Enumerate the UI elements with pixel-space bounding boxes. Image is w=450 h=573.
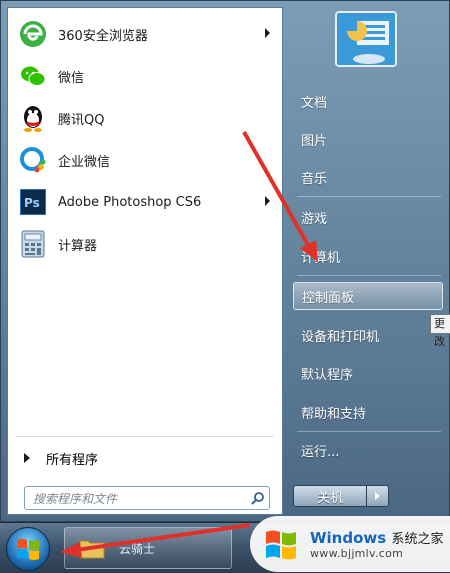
folder-icon [79, 540, 105, 559]
start-menu-places-pane: 文档 图片 音乐 游戏 计算机 控制面板 设备和打印机 默认程序 帮助和支持 运… [283, 1, 450, 523]
taskbar-app-button[interactable]: 云骑士 [64, 527, 232, 569]
places-run[interactable]: 运行... [293, 436, 443, 464]
places-separator [297, 431, 441, 432]
pinned-app-label: Adobe Photoshop CS6 [58, 194, 202, 210]
submenu-arrow-icon[interactable] [265, 28, 270, 38]
expand-arrow-icon [24, 453, 30, 463]
places-separator [297, 275, 441, 276]
start-menu-programs-pane: 360安全浏览器 微信 腾讯QQ 企业微信 Ps Adobe Photoshop… [7, 7, 283, 515]
search-icon[interactable] [247, 487, 269, 509]
watermark-subtitle: 系统之家 [391, 532, 444, 547]
start-search-box[interactable]: 搜索程序和文件 [24, 486, 270, 510]
places-music[interactable]: 音乐 [293, 163, 443, 191]
pinned-app-label: 计算器 [58, 238, 98, 254]
windows-flag-logo-icon [266, 530, 296, 560]
chevron-right-icon [375, 492, 380, 500]
places-devices-printers[interactable]: 设备和打印机 [293, 321, 443, 349]
shutdown-button[interactable]: 关机 [293, 485, 367, 507]
user-account-picture[interactable] [335, 11, 397, 67]
control-panel-tooltip: 更改 [430, 314, 450, 348]
windows-logo-icon [17, 539, 39, 560]
qq-penguin-icon [18, 103, 48, 133]
programs-divider [16, 436, 274, 437]
places-separator [297, 196, 441, 197]
calculator-icon [18, 229, 48, 259]
wechat-icon [18, 61, 48, 91]
submenu-arrow-icon[interactable] [265, 196, 270, 206]
pinned-app-label: 腾讯QQ [58, 112, 105, 128]
watermark-brand: Windows [310, 529, 387, 547]
all-programs-label: 所有程序 [46, 452, 99, 468]
all-programs-button[interactable]: 所有程序 [18, 444, 274, 472]
places-pictures[interactable]: 图片 [293, 125, 443, 153]
shutdown-options-button[interactable] [367, 485, 389, 507]
places-documents[interactable]: 文档 [293, 87, 443, 115]
svg-text:Ps: Ps [24, 196, 40, 210]
wecom-icon [18, 145, 48, 175]
pinned-app-wechat[interactable]: 微信 [8, 56, 282, 96]
pinned-app-label: 360安全浏览器 [58, 28, 148, 44]
browser-360-icon [18, 19, 48, 49]
start-menu: 360安全浏览器 微信 腾讯QQ 企业微信 Ps Adobe Photoshop… [0, 0, 450, 522]
places-computer[interactable]: 计算机 [293, 242, 443, 270]
places-help-support[interactable]: 帮助和支持 [293, 398, 443, 426]
search-input[interactable]: 搜索程序和文件 [33, 490, 247, 507]
watermark-url: www.bjjmlv.com [310, 547, 404, 560]
photoshop-icon: Ps [18, 187, 48, 217]
taskbar-app-label: 云骑士 [119, 541, 156, 556]
places-default-programs[interactable]: 默认程序 [293, 359, 443, 387]
pinned-app-360-browser[interactable]: 360安全浏览器 [8, 14, 282, 54]
pinned-app-label: 微信 [58, 70, 85, 86]
places-control-panel[interactable]: 控制面板 [293, 282, 443, 310]
pinned-app-qq[interactable]: 腾讯QQ [8, 98, 282, 138]
pinned-app-wecom[interactable]: 企业微信 [8, 140, 282, 180]
watermark-overlay: Windows 系统之家 www.bjjmlv.com [250, 516, 450, 572]
pinned-app-photoshop[interactable]: Ps Adobe Photoshop CS6 [8, 182, 282, 222]
pinned-app-label: 企业微信 [58, 154, 111, 170]
pinned-app-calculator[interactable]: 计算器 [8, 224, 282, 264]
start-button[interactable] [6, 527, 50, 571]
places-games[interactable]: 游戏 [293, 203, 443, 231]
